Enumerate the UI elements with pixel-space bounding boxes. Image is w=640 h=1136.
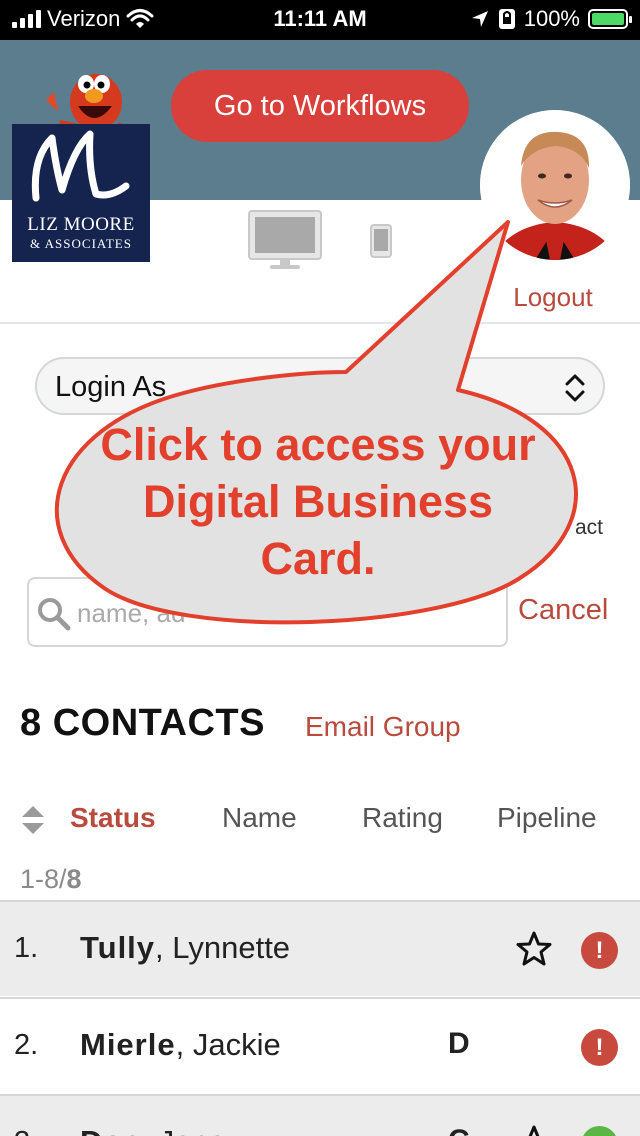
search-field bbox=[27, 577, 508, 647]
contacts-count-title: 8 CONTACTS bbox=[20, 702, 265, 744]
row-number: 3. bbox=[14, 1126, 38, 1136]
logo-line-2: & ASSOCIATES bbox=[30, 236, 132, 251]
logo-m-mark bbox=[31, 130, 130, 202]
column-header-pipeline[interactable]: Pipeline bbox=[497, 802, 597, 834]
pipeline-ok-icon[interactable] bbox=[581, 1126, 618, 1136]
contact-rating: C bbox=[448, 1124, 470, 1136]
contact-last-name: Mierle bbox=[80, 1027, 176, 1062]
login-as-value: Login As bbox=[55, 371, 167, 403]
mobile-view-icon[interactable] bbox=[370, 224, 392, 258]
contact-first-name: , Jane bbox=[142, 1124, 226, 1136]
company-logo: LIZ MOORE & ASSOCIATES bbox=[12, 124, 150, 262]
contact-row[interactable]: 3. Doe, Jane C bbox=[0, 1094, 640, 1136]
pagination-range: 1-8/8 bbox=[20, 864, 82, 895]
desktop-view-icon[interactable] bbox=[248, 210, 322, 270]
contact-first-name: , Lynnette bbox=[155, 930, 291, 965]
profile-avatar[interactable] bbox=[480, 110, 630, 260]
status-bar: Verizon 11:11 AM 100% bbox=[0, 0, 640, 40]
status-right: 100% bbox=[470, 6, 632, 32]
star-icon[interactable] bbox=[515, 1124, 553, 1136]
search-input[interactable] bbox=[77, 593, 497, 633]
contact-name[interactable]: Tully, Lynnette bbox=[80, 930, 290, 966]
email-group-link[interactable]: Email Group bbox=[305, 711, 461, 743]
pipeline-alert-icon[interactable]: ! bbox=[581, 1029, 618, 1066]
range-total: 8 bbox=[66, 864, 82, 894]
contact-row[interactable]: 1. Tully, Lynnette! bbox=[0, 900, 640, 996]
column-header-name[interactable]: Name bbox=[222, 802, 297, 834]
contact-row[interactable]: 2. Mierle, Jackie D! bbox=[0, 997, 640, 1093]
contact-last-name: Doe bbox=[80, 1124, 142, 1136]
location-arrow-icon bbox=[471, 11, 488, 27]
partial-contact-label: act bbox=[575, 516, 604, 539]
chevron-up-down-icon bbox=[565, 374, 585, 402]
row-number: 2. bbox=[14, 1029, 39, 1061]
sort-icon[interactable] bbox=[20, 804, 46, 836]
column-header-status[interactable]: Status bbox=[70, 802, 156, 834]
cancel-search-button[interactable]: Cancel bbox=[518, 594, 608, 627]
contact-first-name: , Jackie bbox=[175, 1027, 281, 1062]
star-icon[interactable] bbox=[515, 930, 553, 968]
pipeline-alert-icon[interactable]: ! bbox=[581, 932, 618, 969]
column-header-rating[interactable]: Rating bbox=[362, 802, 443, 834]
row-number: 1. bbox=[14, 932, 39, 964]
range-text: 1-8/ bbox=[20, 864, 67, 894]
lock-rotation-icon bbox=[498, 9, 515, 29]
logo-line-1: LIZ MOORE bbox=[27, 214, 135, 235]
contact-rating: D bbox=[448, 1027, 470, 1060]
contact-last-name: Tully bbox=[80, 930, 156, 965]
go-to-workflows-button[interactable]: Go to Workflows bbox=[171, 70, 469, 142]
contact-name[interactable]: Mierle, Jackie bbox=[80, 1027, 281, 1063]
logout-link[interactable]: Logout bbox=[490, 282, 616, 313]
header-divider bbox=[0, 322, 640, 324]
login-as-select[interactable]: Login As bbox=[35, 357, 605, 415]
callout-text: Click to access your Digital Business Ca… bbox=[100, 419, 536, 584]
battery-charging-icon bbox=[588, 9, 632, 29]
profile-photo bbox=[480, 110, 630, 260]
battery-label: 100% bbox=[523, 6, 580, 31]
contact-name[interactable]: Doe, Jane bbox=[80, 1124, 226, 1136]
search-icon bbox=[38, 598, 71, 631]
